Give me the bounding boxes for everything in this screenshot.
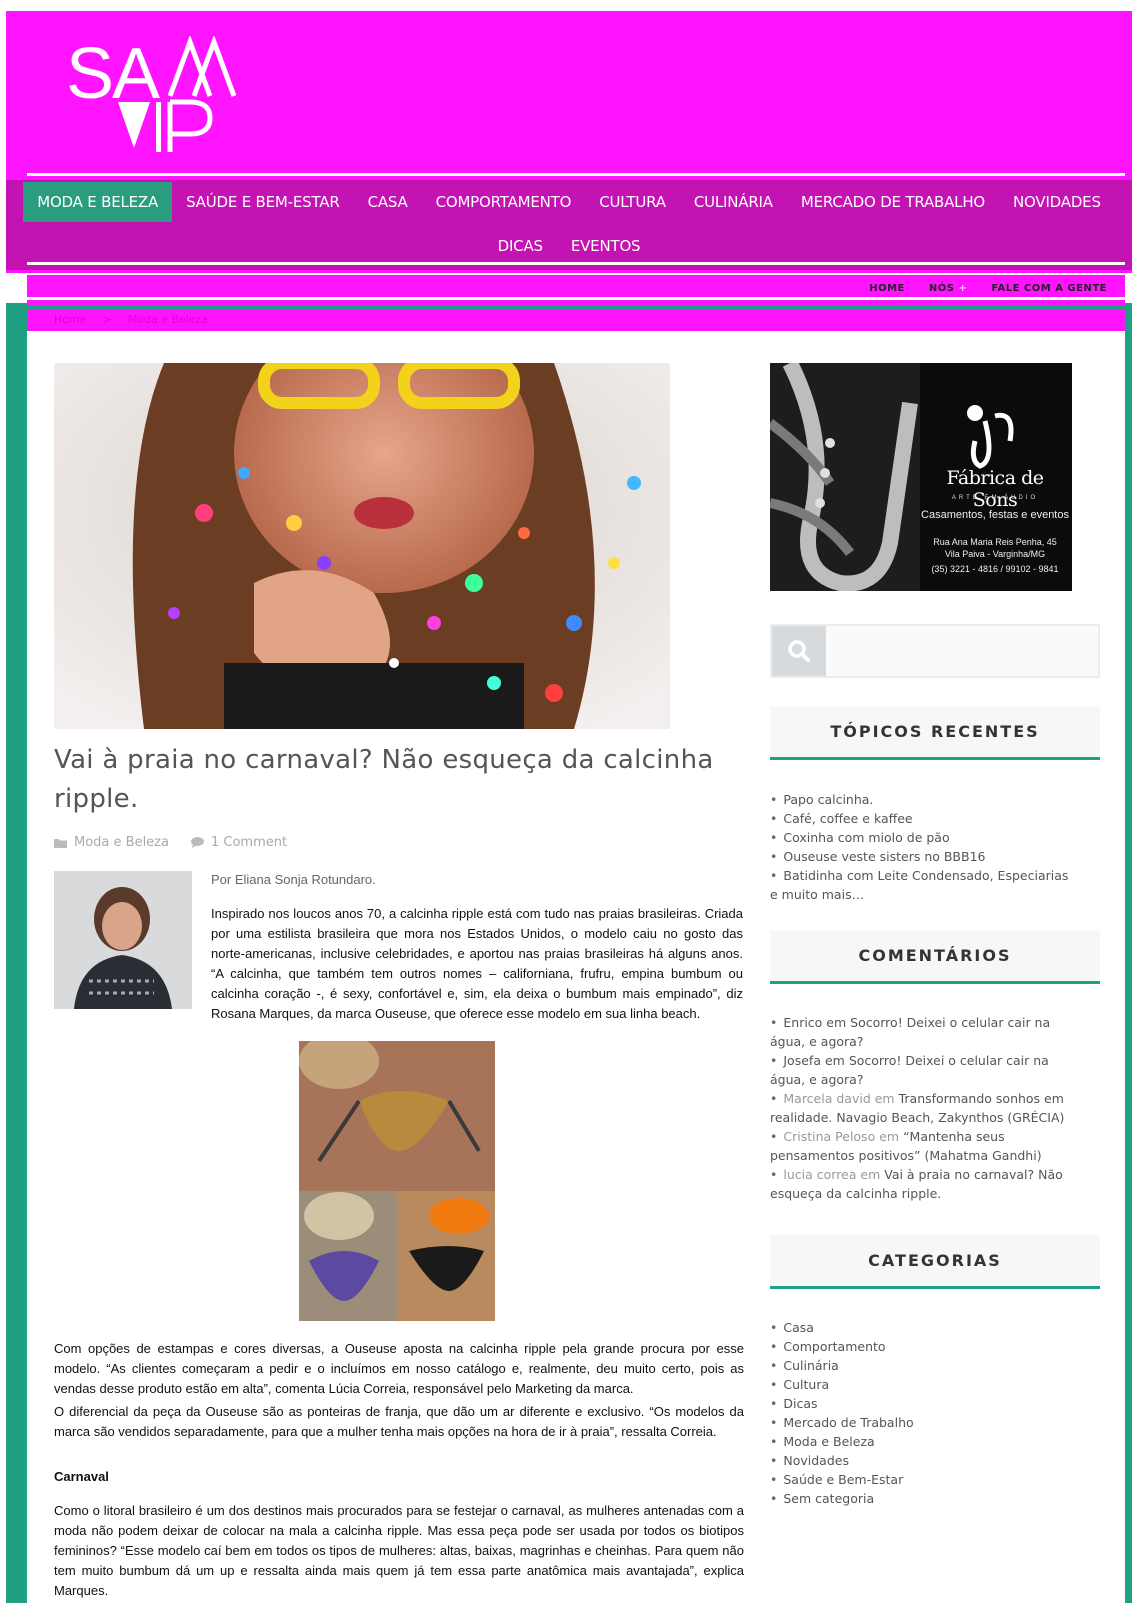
- nos-link[interactable]: NÓS +: [929, 283, 967, 294]
- categories-heading: CATEGORIAS: [770, 1235, 1100, 1289]
- search-icon: [788, 640, 810, 662]
- post-category[interactable]: Moda e Beleza: [54, 835, 169, 850]
- breadcrumb: Home > Moda e Beleza: [27, 309, 1125, 331]
- hero-image: [54, 363, 670, 729]
- category-item-novidades[interactable]: Novidades: [770, 1451, 1070, 1470]
- category-item-mercado-de-trabalho[interactable]: Mercado de Trabalho: [770, 1413, 1070, 1432]
- ad-address-line: Vila Paiva - Varginha/MG: [944, 549, 1046, 559]
- category-item-casa[interactable]: Casa: [770, 1318, 1070, 1337]
- comment-item: Josefa em Socorro! Deixei o celular cair…: [770, 1051, 1070, 1089]
- sidebar-ad[interactable]: Fábrica de Sons ARTE EM ÁUDIO Casamentos…: [770, 363, 1072, 591]
- comment-item: Cristina Peloso em “Mantenha seus pensam…: [770, 1127, 1070, 1165]
- comment-separator: em: [820, 1053, 849, 1068]
- nav-item-mercado-de-trabalho[interactable]: MERCADO DE TRABALHO: [787, 182, 999, 222]
- category-item-sem-categoria[interactable]: Sem categoria: [770, 1489, 1070, 1508]
- nav-item-saude-e-bem-estar[interactable]: SAÚDE E BEM-ESTAR: [172, 182, 354, 222]
- category-item-cultura[interactable]: Cultura: [770, 1375, 1070, 1394]
- comment-author[interactable]: lucia correa: [783, 1167, 856, 1182]
- content-area: Vai à praia no carnaval? Não esqueça da …: [27, 331, 1125, 1603]
- divider: [27, 262, 1125, 265]
- comment-author: Josefa: [783, 1053, 821, 1068]
- post-paragraph: Inspirado nos loucos anos 70, a calcinha…: [211, 906, 743, 1021]
- main-navigation: MODA E BELEZA SAÚDE E BEM-ESTAR CASA COMPOR…: [6, 180, 1132, 270]
- nav-item-casa[interactable]: CASA: [354, 182, 422, 222]
- recent-topic-item[interactable]: Ouseuse veste sisters no BBB16: [770, 847, 1070, 866]
- nav-item-dicas[interactable]: DICAS: [484, 226, 557, 266]
- post-paragraph: O diferencial da peça da Ouseuse são as …: [54, 1404, 744, 1439]
- post-category-label: Moda e Beleza: [74, 835, 169, 850]
- breadcrumb-separator-icon: >: [102, 313, 112, 326]
- recent-topic-item[interactable]: Café, coffee e kaffee: [770, 809, 1070, 828]
- comment-item: Enrico em Socorro! Deixei o celular cair…: [770, 1013, 1070, 1051]
- nav-item-culinaria[interactable]: CULINÁRIA: [680, 182, 787, 222]
- breadcrumb-current[interactable]: Moda e Beleza: [128, 313, 208, 326]
- author-photo: [54, 871, 192, 1009]
- ad-address: Rua Ana Maria Reis Penha, 45 Vila Paiva …: [910, 536, 1072, 560]
- nav-item-moda-e-beleza[interactable]: MODA E BELEZA: [23, 182, 173, 222]
- ad-subtitle: ARTE EM ÁUDIO: [951, 495, 1039, 501]
- ad-address-line: Rua Ana Maria Reis Penha, 45: [933, 537, 1057, 547]
- post-meta: Moda e Beleza 1 Comment: [54, 835, 287, 850]
- comment-author: Enrico: [783, 1015, 823, 1030]
- home-link[interactable]: HOME: [869, 283, 905, 294]
- ad-title: Fábrica de Sons: [946, 467, 1044, 511]
- comment-separator: em: [875, 1129, 904, 1144]
- recent-topics-list: Papo calcinha.Café, coffee e kaffeeCoxin…: [770, 790, 1070, 904]
- post-title: Vai à praia no carnaval? Não esqueça da …: [54, 745, 714, 814]
- category-item-dicas[interactable]: Dicas: [770, 1394, 1070, 1413]
- site-logo[interactable]: SA: [66, 36, 236, 161]
- category-item-comportamento[interactable]: Comportamento: [770, 1337, 1070, 1356]
- product-image: [299, 1041, 495, 1321]
- breadcrumb-home[interactable]: Home: [54, 313, 86, 326]
- comment-separator: em: [856, 1167, 885, 1182]
- expand-icon: +: [958, 283, 968, 294]
- search-button[interactable]: [772, 626, 826, 676]
- nav-item-eventos[interactable]: EVENTOS: [557, 226, 655, 266]
- comment-separator: em: [870, 1091, 899, 1106]
- recent-comments-list: Enrico em Socorro! Deixei o celular cair…: [770, 1013, 1070, 1203]
- recent-topic-item[interactable]: Papo calcinha.: [770, 790, 1070, 809]
- nav-item-novidades[interactable]: NOVIDADES: [999, 182, 1115, 222]
- category-item-culinaria[interactable]: Culinária: [770, 1356, 1070, 1375]
- post-comments-link[interactable]: 1 Comment: [190, 835, 288, 850]
- comment-icon: [190, 837, 204, 848]
- recent-topic-item[interactable]: Batidinha com Leite Condensado, Especiar…: [770, 866, 1070, 904]
- divider: [27, 173, 1125, 176]
- comments-heading: COMENTÁRIOS: [770, 930, 1100, 984]
- category-item-saude-e-bem-estar[interactable]: Saúde e Bem-Estar: [770, 1470, 1070, 1489]
- nos-label: NÓS: [928, 283, 955, 294]
- category-item-moda-e-beleza[interactable]: Moda e Beleza: [770, 1432, 1070, 1451]
- post-paragraph: Com opções de estampas e cores diversas,…: [54, 1341, 744, 1396]
- recent-topics-heading: TÓPICOS RECENTES: [770, 706, 1100, 760]
- post-comments-label: 1 Comment: [210, 835, 288, 850]
- comment-author[interactable]: Cristina Peloso: [783, 1129, 875, 1144]
- search-input[interactable]: [828, 626, 1096, 676]
- folder-icon: [54, 838, 67, 848]
- comment-author[interactable]: Marcela david: [783, 1091, 870, 1106]
- search-widget: [770, 624, 1100, 678]
- top-links-bar: HOME NÓS + FALE COM A GENTE: [27, 275, 1125, 305]
- ad-phone: (35) 3221 - 4816 / 99102 - 9841: [931, 564, 1059, 574]
- contact-link[interactable]: FALE COM A GENTE: [991, 283, 1107, 294]
- post-subheading: Carnaval: [54, 1469, 109, 1484]
- saxophone-icon: [967, 405, 1014, 469]
- comment-item: lucia correa em Vai à praia no carnaval?…: [770, 1165, 1070, 1203]
- saxophone-image: [770, 363, 920, 591]
- categories-list: CasaComportamentoCulináriaCulturaDicasMe…: [770, 1318, 1070, 1508]
- comment-separator: em: [822, 1015, 851, 1030]
- comment-item: Marcela david em Transformando sonhos em…: [770, 1089, 1070, 1127]
- divider: [27, 297, 1125, 300]
- post-byline: Por Eliana Sonja Rotundaro.: [211, 872, 376, 887]
- post-paragraph: Como o litoral brasileiro é um dos desti…: [54, 1503, 744, 1598]
- nav-item-cultura[interactable]: CULTURA: [585, 182, 680, 222]
- nav-item-comportamento[interactable]: COMPORTAMENTO: [422, 182, 586, 222]
- ad-tagline: Casamentos, festas e eventos: [921, 509, 1069, 521]
- recent-topic-item[interactable]: Coxinha com miolo de pão: [770, 828, 1070, 847]
